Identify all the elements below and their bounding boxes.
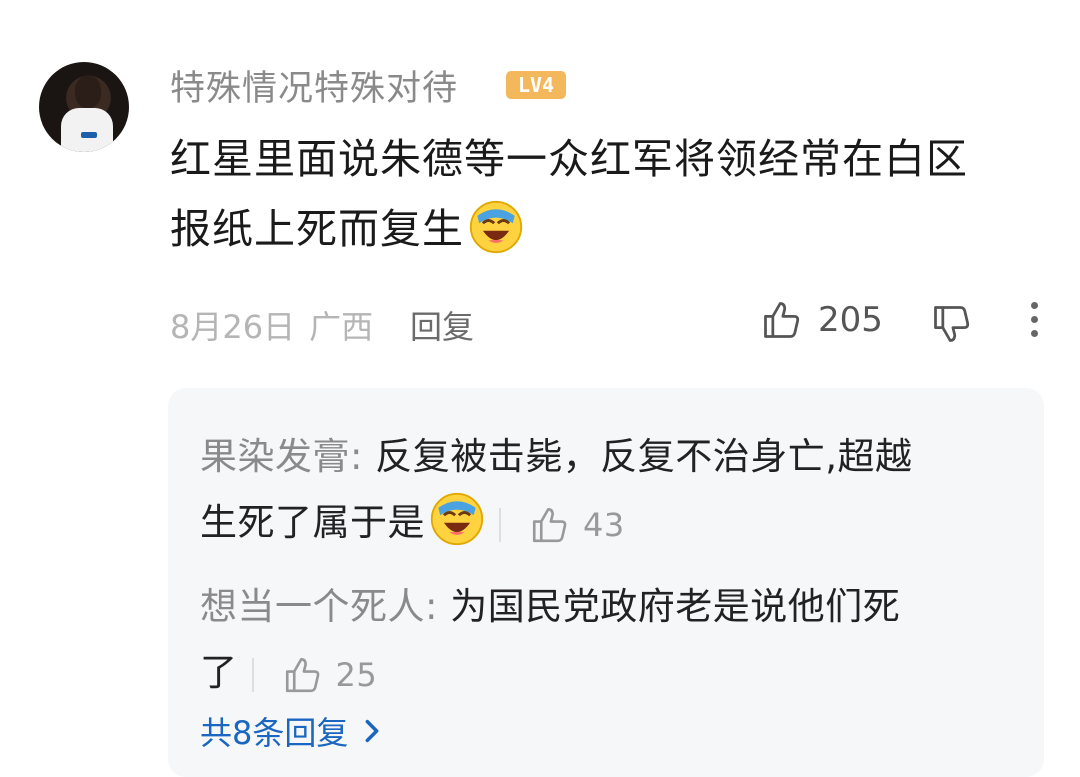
more-dot-icon xyxy=(1030,302,1038,309)
comment-date: 8月26日 xyxy=(170,308,296,346)
comment-text-line2: 报纸上死而复生 xyxy=(170,205,464,253)
replies-box: 果染发膏: 反复被击毙，反复不治身亡,超越 生死了属于是 43 想当一个死人: … xyxy=(168,388,1044,777)
comment-meta: 8月26日 广西 xyxy=(170,302,373,348)
reply-like-count: 25 xyxy=(335,655,378,694)
level-badge: LV4 xyxy=(506,71,566,99)
reply-like-button[interactable]: 25 xyxy=(282,642,378,708)
reply-like-count: 43 xyxy=(583,505,625,544)
like-button[interactable]: 205 xyxy=(760,298,883,342)
comment-text-line1: 红星里面说朱德等一众红军将领经常在白区 xyxy=(170,135,968,183)
view-all-replies-label: 共8条回复 xyxy=(200,714,349,752)
username[interactable]: 特殊情况特殊对待 xyxy=(170,60,458,111)
thumbs-up-icon xyxy=(285,657,319,692)
view-all-replies-link[interactable]: 共8条回复 xyxy=(200,708,386,754)
reply-author[interactable]: 想当一个死人: xyxy=(200,585,438,628)
reply-item[interactable]: 果染发膏: 反复被击毙，反复不治身亡,超越 生死了属于是 43 xyxy=(200,424,1000,558)
reply-text-line1: 反复被击毙，反复不治身亡,超越 xyxy=(362,435,913,478)
more-options-button[interactable] xyxy=(1022,302,1046,342)
reply-author[interactable]: 果染发膏: xyxy=(200,435,363,478)
avatar-face xyxy=(75,76,101,108)
laughing-crying-emoji-icon xyxy=(430,492,484,546)
avatar-shirt-mark xyxy=(81,132,97,138)
thumbs-up-icon xyxy=(764,302,800,338)
like-count: 205 xyxy=(818,300,883,340)
laughing-crying-emoji-icon xyxy=(469,200,523,254)
comment-card: 特殊情况特殊对待 LV4 红星里面说朱德等一众红军将领经常在白区 报纸上死而复生… xyxy=(0,0,1080,777)
reply-text-line1: 为国民党政府老是说他们死 xyxy=(437,585,901,628)
comment-text: 红星里面说朱德等一众红军将领经常在白区 报纸上死而复生 xyxy=(170,124,1040,264)
reply-text-line2: 了 xyxy=(200,651,238,694)
more-dot-icon xyxy=(1030,330,1038,337)
thumbs-down-icon xyxy=(934,306,970,342)
divider xyxy=(499,507,501,542)
reply-text-line2: 生死了属于是 xyxy=(200,501,425,544)
reply-button[interactable]: 回复 xyxy=(410,302,474,348)
comment-region: 广西 xyxy=(309,308,374,346)
avatar-shirt xyxy=(61,108,113,152)
reply-like-button[interactable]: 43 xyxy=(529,492,625,558)
divider xyxy=(251,657,254,692)
dislike-button[interactable] xyxy=(930,302,974,350)
chevron-right-icon xyxy=(365,719,379,743)
more-dot-icon xyxy=(1030,316,1038,323)
reply-item[interactable]: 想当一个死人: 为国民党政府老是说他们死 了 25 xyxy=(200,574,1000,708)
thumbs-up-icon xyxy=(532,507,567,542)
avatar[interactable] xyxy=(39,62,129,152)
